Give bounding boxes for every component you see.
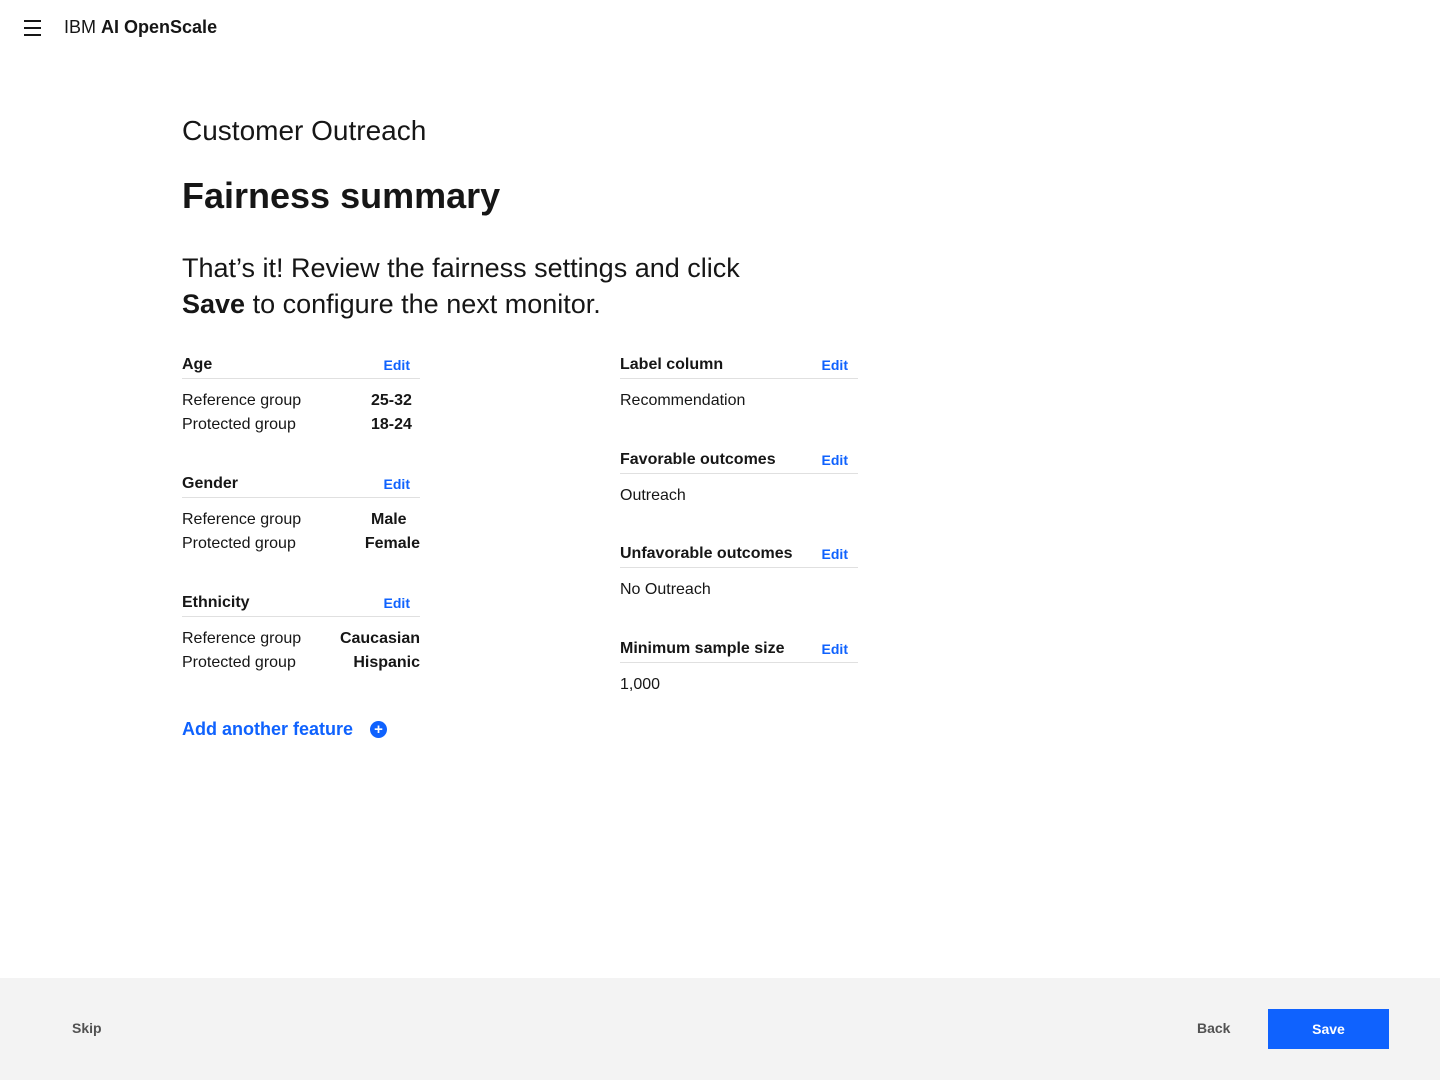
- setting-value: 1,000: [620, 676, 661, 693]
- feature-age: Age Edit Reference group 25-32 Protected g…: [182, 351, 420, 437]
- edit-label-column-button[interactable]: Edit: [822, 357, 848, 373]
- setting-value: Outreach: [620, 487, 686, 504]
- add-circle-icon: +: [370, 721, 388, 738]
- feature-ethnicity: Ethnicity Edit Reference group Caucasian P…: [182, 589, 420, 675]
- edit-age-button[interactable]: Edit: [384, 357, 410, 373]
- setting-name: Label column: [620, 355, 724, 373]
- edit-sample-size-button[interactable]: Edit: [822, 641, 848, 657]
- row-value: Male: [371, 511, 407, 528]
- setting-value: Recommendation: [620, 392, 746, 409]
- app-title: IBM AI OpenScale: [64, 17, 218, 37]
- feature-gender: Gender Edit Reference group Male Protected…: [182, 470, 420, 556]
- row-label: Reference group: [182, 511, 302, 528]
- setting-name: Minimum sample size: [620, 639, 785, 657]
- add-feature-label: Add another feature: [182, 719, 354, 739]
- row-label: Protected group: [182, 654, 296, 671]
- row-label: Protected group: [182, 416, 296, 433]
- feature-name: Gender: [182, 474, 239, 492]
- row-label: Reference group: [182, 392, 302, 409]
- setting-name: Favorable outcomes: [620, 450, 776, 468]
- row-value: 25-32: [371, 392, 412, 409]
- skip-button[interactable]: Skip: [72, 1020, 102, 1036]
- edit-gender-button[interactable]: Edit: [384, 476, 410, 492]
- row-value: Hispanic: [353, 654, 420, 671]
- add-feature-link[interactable]: Add another feature +: [182, 719, 388, 740]
- edit-unfavorable-button[interactable]: Edit: [822, 546, 848, 562]
- page-title: Fairness summary: [182, 175, 501, 216]
- setting-label-column: Label column Edit Recommendation: [620, 351, 858, 413]
- row-label: Reference group: [182, 630, 302, 647]
- footer-bar: Skip Back Save: [0, 978, 1440, 1080]
- feature-name: Ethnicity: [182, 593, 250, 611]
- feature-name: Age: [182, 355, 213, 373]
- setting-unfavorable-outcomes: Unfavorable outcomes Edit No Outreach: [620, 540, 858, 602]
- row-label: Protected group: [182, 535, 296, 552]
- row-value: Female: [364, 535, 420, 552]
- row-value: 18-24: [371, 416, 412, 433]
- back-button[interactable]: Back: [1197, 1020, 1230, 1036]
- setting-minimum-sample-size: Minimum sample size Edit 1,000: [620, 635, 858, 697]
- edit-ethnicity-button[interactable]: Edit: [384, 595, 410, 611]
- project-name: Customer Outreach: [182, 115, 427, 146]
- setting-favorable-outcomes: Favorable outcomes Edit Outreach: [620, 446, 858, 508]
- save-button[interactable]: Save: [1268, 1009, 1389, 1049]
- intro-text: That’s it! Review the fairness settings …: [182, 253, 740, 319]
- setting-name: Unfavorable outcomes: [620, 544, 793, 562]
- menu-icon[interactable]: [24, 20, 41, 36]
- row-value: Caucasian: [339, 630, 420, 647]
- setting-value: No Outreach: [620, 581, 711, 598]
- edit-favorable-button[interactable]: Edit: [822, 452, 848, 468]
